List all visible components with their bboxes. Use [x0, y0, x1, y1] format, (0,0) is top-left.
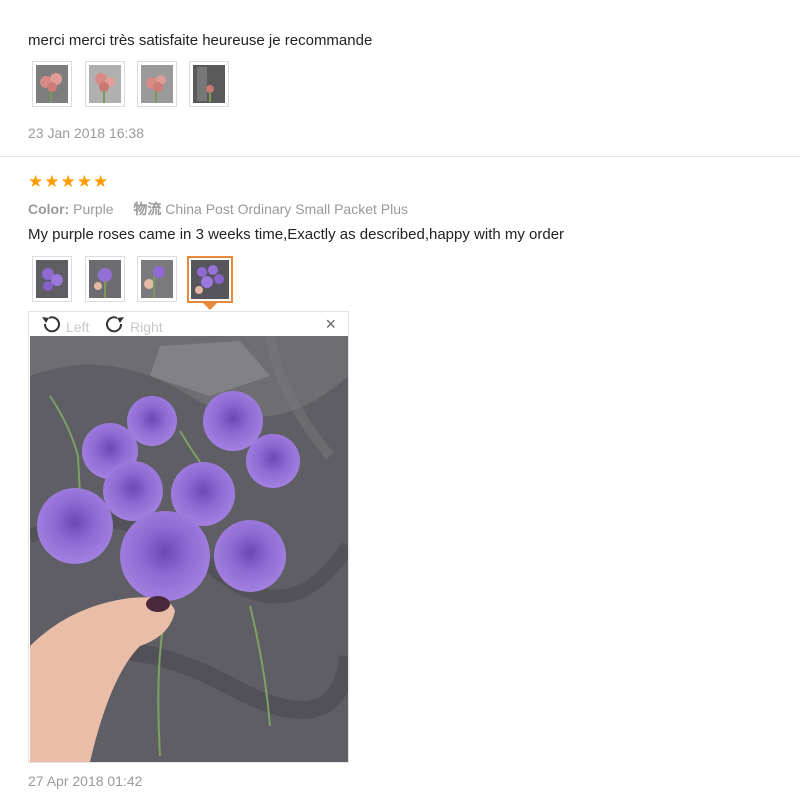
- purple-rose-photo-icon: [191, 260, 229, 299]
- review-text: merci merci très satisfaite heureuse je …: [28, 32, 373, 49]
- close-icon[interactable]: ×: [325, 314, 336, 335]
- review-thumbnail[interactable]: [137, 61, 177, 107]
- review-thumbnail[interactable]: [137, 256, 177, 302]
- color-value: Purple: [73, 201, 114, 217]
- purple-rose-photo-icon: [36, 260, 68, 298]
- image-viewer-toolbar: Left Right ×: [29, 312, 348, 336]
- purple-rose-photo-icon: [89, 260, 121, 298]
- star-icon: ★: [93, 172, 109, 191]
- star-rating: ★ ★ ★ ★ ★: [28, 173, 108, 190]
- star-icon: ★: [76, 172, 92, 191]
- star-icon: ★: [44, 172, 60, 191]
- pink-rose-photo-icon: [141, 65, 173, 103]
- shipping-icon: 物流: [133, 201, 162, 217]
- purple-rose-photo-icon: [141, 260, 173, 298]
- review-thumbnail[interactable]: [32, 256, 72, 302]
- pink-rose-photo-icon: [36, 65, 68, 103]
- rotate-right-label: Right: [130, 318, 163, 335]
- review-thumbnail[interactable]: [85, 61, 125, 107]
- review-text: My purple roses came in 3 weeks time,Exa…: [28, 226, 565, 243]
- star-icon: ★: [28, 172, 44, 191]
- pink-rose-photo-icon: [89, 65, 121, 103]
- review-thumbnail[interactable]: [32, 61, 72, 107]
- review-thumbnail[interactable]: [189, 61, 229, 107]
- review-thumbnail[interactable]: [85, 256, 125, 302]
- review-date: 23 Jan 2018 16:38: [28, 125, 144, 141]
- review-photo-large: [30, 336, 348, 762]
- review-date: 27 Apr 2018 01:42: [28, 773, 143, 789]
- review-divider: [0, 156, 800, 157]
- active-thumbnail-caret: [203, 303, 217, 310]
- pink-rose-photo-icon: [193, 65, 225, 103]
- image-viewer: Left Right ×: [28, 311, 349, 763]
- review-thumbnail-active[interactable]: [187, 256, 233, 303]
- color-label: Color:: [28, 201, 70, 217]
- shipping-value: China Post Ordinary Small Packet Plus: [165, 201, 409, 217]
- rotate-left-label: Left: [66, 318, 90, 335]
- review-meta: Color: Purple 物流 China Post Ordinary Sma…: [28, 199, 408, 219]
- star-icon: ★: [60, 172, 76, 191]
